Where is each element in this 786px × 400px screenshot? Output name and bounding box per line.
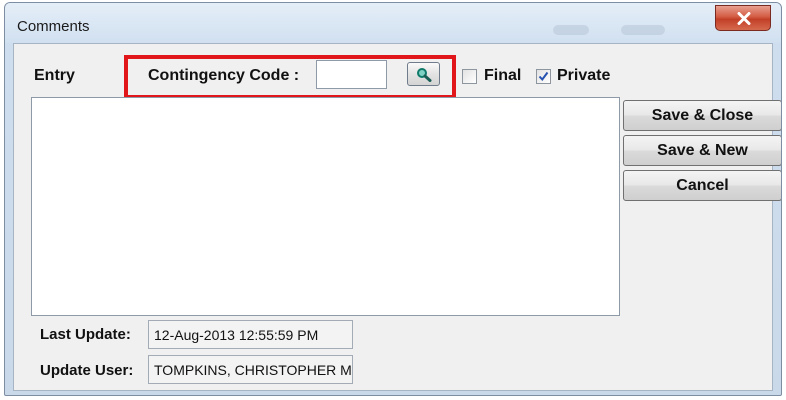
search-icon	[417, 68, 432, 82]
update-user-field: TOMPKINS, CHRISTOPHER M	[148, 355, 353, 384]
cancel-button[interactable]: Cancel	[623, 170, 781, 201]
contingency-lookup-button[interactable]	[407, 62, 440, 86]
contingency-code-label: Contingency Code :	[148, 67, 300, 84]
blurred-background-text	[621, 25, 665, 35]
last-update-label: Last Update:	[40, 326, 131, 343]
save-new-button[interactable]: Save & New	[623, 135, 781, 166]
final-label: Final	[484, 67, 522, 84]
update-user-label: Update User:	[40, 362, 134, 379]
comments-dialog: Comments Entry Contingency Code : Final …	[4, 2, 782, 396]
close-button[interactable]	[715, 5, 771, 31]
dialog-body: Entry Contingency Code : Final Private S…	[13, 43, 781, 391]
close-icon	[737, 12, 751, 25]
window-title: Comments	[17, 18, 90, 35]
final-checkbox[interactable]	[462, 69, 477, 84]
title-bar[interactable]: Comments	[5, 3, 781, 43]
save-close-button[interactable]: Save & Close	[623, 100, 781, 131]
private-checkbox[interactable]	[536, 69, 551, 84]
private-label: Private	[557, 67, 611, 84]
contingency-code-input[interactable]	[316, 60, 387, 89]
entry-label: Entry	[34, 67, 75, 84]
blurred-background-text	[553, 25, 589, 35]
checkmark-icon	[538, 71, 549, 82]
last-update-field: 12-Aug-2013 12:55:59 PM	[148, 320, 353, 349]
comment-text-area[interactable]	[31, 97, 620, 316]
